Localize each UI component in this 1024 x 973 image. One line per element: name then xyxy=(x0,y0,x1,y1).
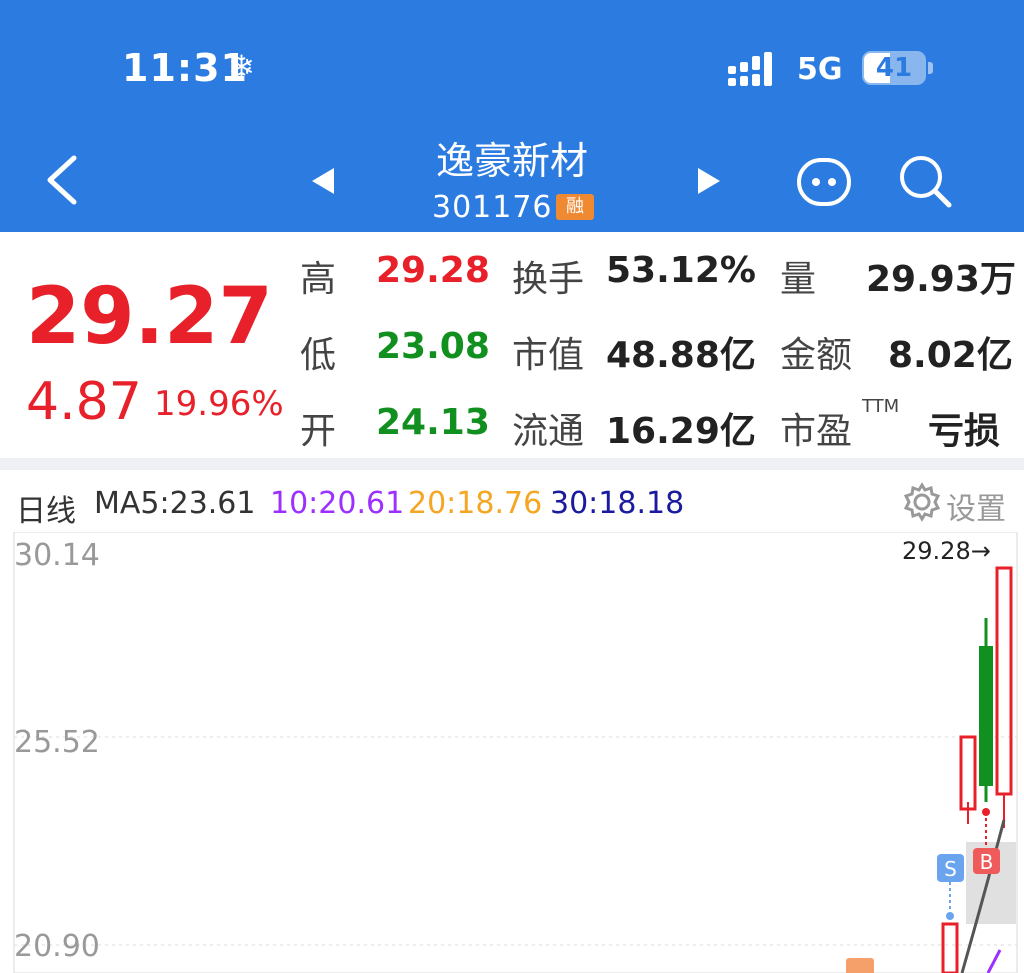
ma30-value: 30:18.18 xyxy=(550,486,685,521)
amount-label: 金额 xyxy=(780,335,853,376)
market-cap-value: 48.88亿 xyxy=(606,335,756,376)
event-marker-badge[interactable] xyxy=(846,958,874,973)
max-price-marker: 29.28→ xyxy=(902,537,991,565)
snowflake-icon: ❄ xyxy=(228,48,255,86)
ma10-line xyxy=(986,949,1002,973)
float-label: 流通 xyxy=(512,411,585,452)
pe-label: 市盈 xyxy=(780,411,853,452)
price-change-percent: 19.96% xyxy=(154,384,284,424)
battery-icon: 41 xyxy=(862,51,926,85)
margin-badge: 融 xyxy=(556,194,594,220)
turnover-value: 53.12% xyxy=(606,250,756,291)
stock-name: 逸豪新材 xyxy=(435,139,588,183)
prev-stock-button[interactable] xyxy=(308,166,338,196)
candle xyxy=(995,566,1013,828)
market-cap-label: 市值 xyxy=(512,335,585,376)
ma5-value: MA5:23.61 xyxy=(94,486,256,521)
period-label[interactable]: 日线 xyxy=(16,486,76,530)
volume-value: 29.93万 xyxy=(866,259,1016,300)
battery-level: 41 xyxy=(875,53,913,83)
app-header: 11:31 ❄ 5G 41 逸豪新材 301176 融 xyxy=(0,0,1024,232)
low-label: 低 xyxy=(300,335,337,376)
y-tick-label: 25.52 xyxy=(14,725,100,760)
next-stock-button[interactable] xyxy=(694,166,724,196)
high-label: 高 xyxy=(300,259,337,300)
y-tick-label: 30.14 xyxy=(14,538,100,573)
ma-indicator-bar: 日线 MA5:23.61 10:20.61 20:18.76 30:18.18 xyxy=(0,470,1024,532)
signal-strength-icon xyxy=(728,52,772,86)
candlestick-chart[interactable]: 30.14 25.52 20.90 29.28→ B S xyxy=(0,532,1024,973)
buy-signal-dot xyxy=(982,808,990,816)
pe-ttm-superscript: TTM xyxy=(862,396,900,417)
assistant-face-icon[interactable] xyxy=(796,154,852,210)
ma10-value: 10:20.61 xyxy=(270,486,405,521)
open-label: 开 xyxy=(300,411,337,452)
sell-signal-dot xyxy=(946,912,954,920)
open-value: 24.13 xyxy=(376,402,490,443)
sell-signal-text: S xyxy=(944,857,957,881)
settings-button[interactable]: 设置 xyxy=(946,484,1006,528)
candle xyxy=(959,735,977,824)
candle xyxy=(941,922,959,973)
battery-tip xyxy=(928,62,933,74)
high-value: 29.28 xyxy=(376,250,490,291)
search-icon[interactable] xyxy=(896,152,954,210)
candle xyxy=(979,618,993,802)
back-button[interactable] xyxy=(40,150,90,210)
ma20-value: 20:18.76 xyxy=(408,486,543,521)
gear-icon[interactable] xyxy=(902,482,942,522)
low-value: 23.08 xyxy=(376,326,490,367)
buy-signal-text: B xyxy=(980,850,994,874)
section-divider xyxy=(0,458,1024,470)
pe-value: 亏损 xyxy=(928,411,1001,452)
turnover-label: 换手 xyxy=(512,259,585,300)
y-tick-label: 20.90 xyxy=(14,929,100,964)
stock-code: 301176 xyxy=(432,190,553,225)
price-change: 4.87 xyxy=(26,372,142,432)
float-value: 16.29亿 xyxy=(606,411,756,452)
network-type: 5G xyxy=(797,52,843,87)
current-price: 29.27 xyxy=(26,272,273,362)
chart-frame xyxy=(13,532,1018,973)
amount-value: 8.02亿 xyxy=(888,335,1013,376)
volume-label: 量 xyxy=(780,259,817,300)
